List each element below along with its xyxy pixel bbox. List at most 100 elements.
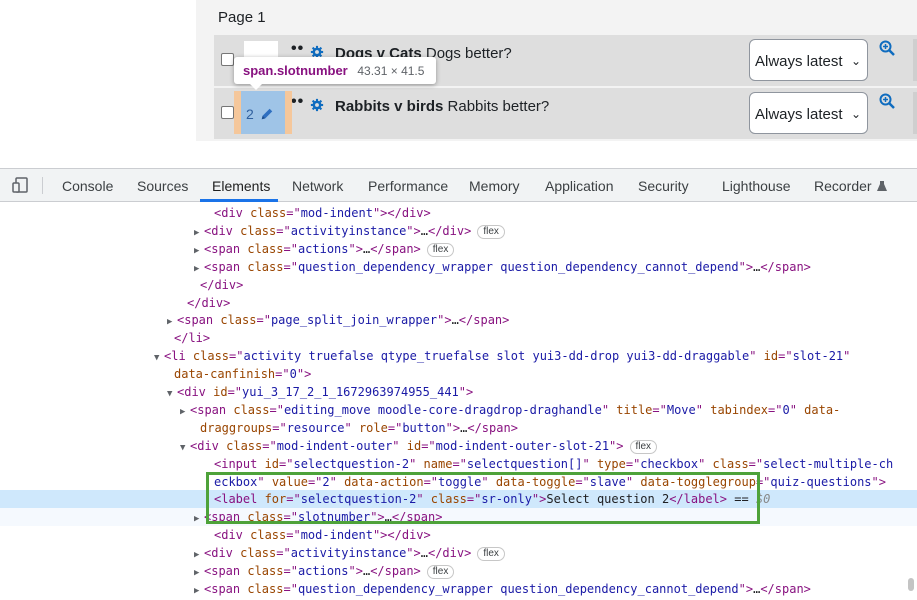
dom-token: "> bbox=[406, 546, 421, 561]
dom-scrollbar[interactable] bbox=[908, 578, 914, 591]
dom-token: =" bbox=[575, 474, 590, 489]
dom-token: 2 bbox=[322, 474, 330, 489]
active-tab-indicator bbox=[200, 199, 278, 202]
device-toggle-icon[interactable] bbox=[11, 176, 29, 194]
dom-token: <div bbox=[214, 206, 251, 220]
dom-node-line[interactable]: ▶ <div class="activityinstance">…</div> fl… bbox=[0, 222, 917, 240]
row-edge bbox=[913, 39, 917, 81]
flex-badge[interactable]: flex bbox=[629, 439, 658, 454]
question-name[interactable]: Rabbits v birds Rabbits better? bbox=[335, 98, 549, 115]
dom-token: <div bbox=[214, 528, 251, 543]
tab-performance[interactable]: Performance bbox=[368, 178, 448, 194]
dom-token: "> bbox=[458, 385, 474, 399]
dom-token: =" bbox=[755, 474, 771, 489]
dom-token: =" bbox=[307, 474, 323, 489]
dom-token: data-toggle bbox=[495, 474, 576, 489]
dom-node-line[interactable]: ▼ <div class="mod-indent-outer" id="mod-i… bbox=[0, 437, 917, 455]
chevron-down-icon: ⌄ bbox=[850, 107, 861, 121]
dom-token: $0 bbox=[755, 492, 771, 507]
dom-token: role bbox=[358, 420, 388, 435]
dom-token: editing_move moodle-core-dragdrop-dragha… bbox=[283, 402, 602, 417]
dom-token: <div bbox=[177, 385, 214, 399]
drag-handle[interactable]: •• bbox=[291, 40, 304, 58]
dom-token: selectquestion-2 bbox=[300, 492, 417, 507]
dom-token: value bbox=[271, 474, 308, 489]
dom-token: =" bbox=[276, 223, 291, 238]
dom-token: =" bbox=[275, 367, 290, 382]
dom-node-line[interactable]: </li> bbox=[0, 329, 917, 347]
zoom-icon[interactable] bbox=[879, 93, 895, 109]
dom-node-line[interactable]: data-canfinish="0"> bbox=[0, 365, 917, 383]
version-select[interactable]: Always latest ⌄ bbox=[749, 39, 868, 81]
dom-node-line[interactable]: </div> bbox=[0, 276, 917, 294]
dom-node-line[interactable]: ▶ <span class="page_split_join_wrapper">…… bbox=[0, 311, 917, 329]
gear-icon[interactable] bbox=[310, 98, 324, 112]
tab-console[interactable]: Console bbox=[62, 178, 113, 194]
tab-elements[interactable]: Elements bbox=[212, 178, 270, 194]
dom-token: "> bbox=[738, 259, 754, 274]
dom-token: =" bbox=[276, 546, 291, 561]
dom-token: select-multiple-ch bbox=[763, 456, 894, 471]
dom-token: id bbox=[213, 385, 228, 399]
dom-node-line[interactable]: <label for="selectquestion-2" class="sr-… bbox=[0, 490, 917, 509]
dom-node-line[interactable]: ▶ <span class="actions">…</span> flex bbox=[0, 240, 917, 258]
flex-badge[interactable]: flex bbox=[477, 224, 505, 239]
dom-node-line[interactable]: </div> bbox=[0, 294, 917, 312]
dom-node-line[interactable]: ▶ <span class="question_dependency_wrappe… bbox=[0, 580, 917, 598]
dom-token: question_dependency_wrapper question_dep… bbox=[297, 259, 739, 274]
dom-token: " bbox=[695, 402, 711, 417]
dom-node-line[interactable]: ▶ <span class="actions">…</span> flex bbox=[0, 562, 917, 580]
tab-recorder[interactable]: Recorder bbox=[814, 178, 888, 194]
select-question-checkbox[interactable] bbox=[221, 106, 234, 119]
dom-node-line[interactable]: <div class="mod-indent"></div> bbox=[0, 526, 917, 544]
dom-node-line[interactable]: ▼ <div id="yui_3_17_2_1_1672963974955_441… bbox=[0, 383, 917, 401]
tab-memory[interactable]: Memory bbox=[469, 178, 520, 194]
version-select[interactable]: Always latest ⌄ bbox=[749, 92, 868, 134]
dom-node-line[interactable]: eckbox" value="2" data-action="toggle" d… bbox=[0, 473, 917, 491]
dom-token: 0 bbox=[289, 367, 297, 382]
dom-token: actions bbox=[297, 241, 349, 256]
dom-token: " bbox=[789, 402, 805, 417]
dom-token: resource bbox=[286, 420, 345, 435]
dom-token: "> bbox=[370, 510, 385, 525]
dom-node-line[interactable]: ▶ <div class="activityinstance">…</div> fl… bbox=[0, 544, 917, 562]
dom-token: "> bbox=[871, 474, 886, 489]
dom-token: tabindex bbox=[710, 402, 769, 417]
dom-node-line[interactable]: <div class="mod-indent"></div> bbox=[0, 204, 917, 222]
flex-badge[interactable]: flex bbox=[477, 547, 505, 562]
dom-token: <span bbox=[204, 241, 248, 256]
flex-badge[interactable]: flex bbox=[426, 565, 455, 579]
dom-token: slotnumber bbox=[297, 510, 371, 525]
dom-node-line[interactable]: ▶ <span class="slotnumber">…</span> bbox=[0, 508, 917, 527]
dom-token: "> bbox=[406, 223, 421, 238]
tab-application[interactable]: Application bbox=[545, 178, 614, 194]
select-question-checkbox[interactable] bbox=[221, 53, 234, 66]
tab-lighthouse[interactable]: Lighthouse bbox=[722, 178, 791, 194]
dom-node-line[interactable]: ▼ <li class="activity truefalse qtype_tru… bbox=[0, 347, 917, 365]
flex-badge[interactable]: flex bbox=[426, 242, 455, 257]
drag-handle[interactable]: •• bbox=[291, 93, 304, 111]
dom-token: sr-only bbox=[481, 492, 532, 507]
dom-token: … bbox=[384, 510, 392, 525]
dom-token: =" bbox=[283, 564, 298, 578]
question-title[interactable]: Rabbits v birds bbox=[335, 98, 443, 115]
pencil-icon[interactable] bbox=[260, 107, 274, 121]
dom-token: … bbox=[451, 313, 459, 328]
tab-security[interactable]: Security bbox=[638, 178, 689, 194]
dom-token: " bbox=[392, 438, 407, 453]
dom-token: 0 bbox=[782, 402, 790, 417]
dom-node-line[interactable]: ▶ <span class="editing_move moodle-core-d… bbox=[0, 401, 917, 419]
dom-node-line[interactable]: <input id="selectquestion-2" name="selec… bbox=[0, 455, 917, 473]
slot-number[interactable]: 2 bbox=[246, 106, 254, 122]
chevron-down-icon: ⌄ bbox=[850, 54, 861, 68]
dom-token: data-canfinish bbox=[174, 367, 276, 382]
zoom-icon[interactable] bbox=[879, 40, 895, 56]
dom-node-line[interactable]: draggroups="resource" role="button">…</s… bbox=[0, 419, 917, 437]
tooltip-element-size: 43.31 × 41.5 bbox=[357, 64, 425, 78]
dom-token: " bbox=[843, 349, 851, 364]
tab-sources[interactable]: Sources bbox=[137, 178, 188, 194]
dom-token: "></div> bbox=[372, 206, 431, 220]
tab-network[interactable]: Network bbox=[292, 178, 343, 194]
dom-node-line[interactable]: ▶ <span class="question_dependency_wrappe… bbox=[0, 258, 917, 276]
dom-token: type bbox=[596, 456, 626, 471]
